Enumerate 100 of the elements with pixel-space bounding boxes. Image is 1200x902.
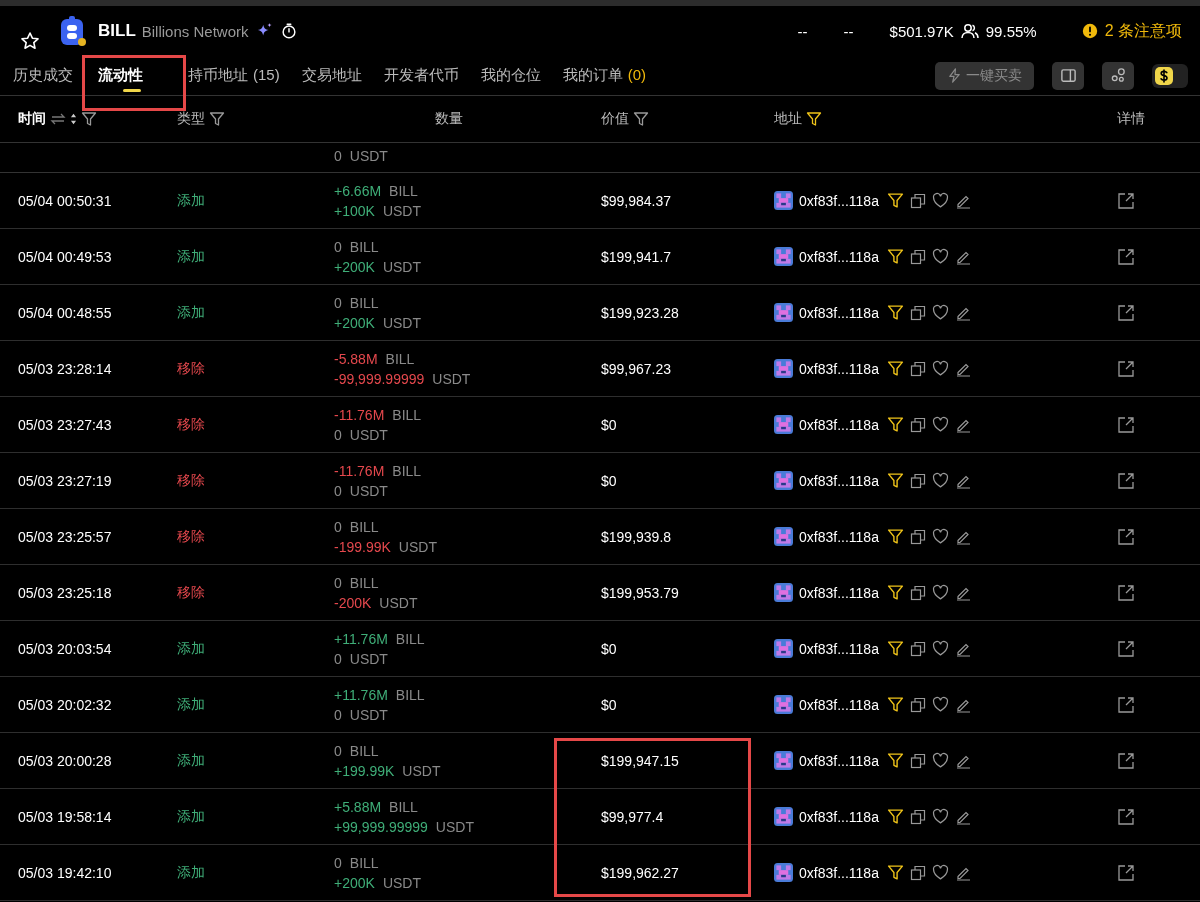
filter-icon[interactable] [81,111,97,127]
heart-icon[interactable] [931,192,949,209]
copy-icon[interactable] [909,696,926,713]
filter-icon[interactable] [886,360,904,377]
wallet-address[interactable]: 0xf83f...118a [799,528,879,545]
wallet-address[interactable]: 0xf83f...118a [799,192,879,209]
time-cell: 05/03 20:03:54 [18,640,112,657]
address-avatar-icon [774,359,793,378]
type-cell: 添加 [177,303,205,320]
value-cell: $99,977.4 [601,808,664,825]
copy-icon[interactable] [909,640,926,657]
tab[interactable]: 持币地址 (15) [177,56,291,95]
copy-icon[interactable] [909,528,926,545]
external-link-icon[interactable] [1117,639,1135,658]
external-link-icon[interactable] [1117,471,1135,490]
time-cell: 05/03 23:27:19 [18,472,112,489]
copy-icon[interactable] [909,584,926,601]
tab[interactable]: 开发者代币 [372,56,470,95]
filter-icon[interactable] [886,864,904,881]
copy-icon[interactable] [909,192,926,209]
heart-icon[interactable] [931,696,949,713]
filter-icon[interactable] [633,111,649,127]
token-amount: +200K USDT [334,314,421,331]
filter-icon[interactable] [886,416,904,433]
copy-icon[interactable] [909,808,926,825]
external-link-icon[interactable] [1117,863,1135,882]
external-link-icon[interactable] [1117,415,1135,434]
filter-icon[interactable] [886,584,904,601]
tab[interactable]: 流动性 [87,56,177,95]
wallet-address[interactable]: 0xf83f...118a [799,304,879,321]
tab[interactable]: 我的订单 (0) [551,56,658,95]
external-link-icon[interactable] [1117,807,1135,826]
wallet-address[interactable]: 0xf83f...118a [799,472,879,489]
heart-icon[interactable] [931,640,949,657]
wallet-address[interactable]: 0xf83f...118a [799,864,879,881]
panel-toggle-button[interactable] [1052,61,1084,90]
filter-icon[interactable] [886,640,904,657]
quick-trade-button[interactable]: 一键买卖 [935,61,1034,90]
time-cell: 05/03 20:00:28 [18,752,112,769]
currency-toggle[interactable] [1152,63,1188,88]
type-cell: 移除 [177,359,205,376]
value-cell: $99,984.37 [601,192,672,209]
filter-icon[interactable] [886,192,904,209]
copy-icon[interactable] [909,864,926,881]
copy-icon[interactable] [909,472,926,489]
heart-icon[interactable] [931,528,949,545]
filter-icon[interactable] [886,248,904,265]
wallet-address[interactable]: 0xf83f...118a [799,248,879,265]
copy-icon[interactable] [909,360,926,377]
token-amount: 0 BILL [334,238,379,255]
token-amount: 0 USDT [334,426,388,443]
filter-icon[interactable] [886,696,904,713]
warning-link[interactable]: 2 条注意项 [1104,20,1182,42]
heart-icon[interactable] [931,248,949,265]
wallet-address[interactable]: 0xf83f...118a [799,584,879,601]
bubbles-button[interactable] [1102,61,1134,90]
filter-icon[interactable] [886,528,904,545]
heart-icon[interactable] [931,360,949,377]
wallet-address[interactable]: 0xf83f...118a [799,752,879,769]
heart-icon[interactable] [931,864,949,881]
external-link-icon[interactable] [1117,527,1135,546]
copy-icon[interactable] [909,416,926,433]
sort-icon[interactable] [70,113,77,125]
heart-icon[interactable] [931,584,949,601]
external-link-icon[interactable] [1117,359,1135,378]
address-avatar-icon [774,807,793,826]
tab[interactable]: 交易地址 [290,56,373,95]
value-cell: $199,923.28 [601,304,679,321]
wallet-address[interactable]: 0xf83f...118a [799,640,879,657]
filter-icon[interactable] [806,111,822,127]
heart-icon[interactable] [931,416,949,433]
filter-icon[interactable] [209,111,225,127]
tab[interactable]: 历史成交 [0,56,87,95]
swap-icon[interactable] [50,111,66,127]
time-cell: 05/03 19:58:14 [18,808,112,825]
copy-icon[interactable] [909,304,926,321]
external-link-icon[interactable] [1117,191,1135,210]
heart-icon[interactable] [931,752,949,769]
external-link-icon[interactable] [1117,583,1135,602]
tab[interactable]: 我的仓位 [469,56,552,95]
filter-icon[interactable] [886,752,904,769]
filter-icon[interactable] [886,472,904,489]
heart-icon[interactable] [931,304,949,321]
wallet-address[interactable]: 0xf83f...118a [799,808,879,825]
token-amount: -5.88M BILL [334,350,415,367]
external-link-icon[interactable] [1117,751,1135,770]
filter-icon[interactable] [886,304,904,321]
copy-icon[interactable] [909,248,926,265]
wallet-address[interactable]: 0xf83f...118a [799,696,879,713]
external-link-icon[interactable] [1117,247,1135,266]
wallet-address[interactable]: 0xf83f...118a [799,416,879,433]
heart-icon[interactable] [931,472,949,489]
wallet-address[interactable]: 0xf83f...118a [799,360,879,377]
star-icon[interactable] [20,31,40,51]
heart-icon[interactable] [931,808,949,825]
external-link-icon[interactable] [1117,303,1135,322]
external-link-icon[interactable] [1117,695,1135,714]
copy-icon[interactable] [909,752,926,769]
circles-icon [1109,67,1127,84]
filter-icon[interactable] [886,808,904,825]
